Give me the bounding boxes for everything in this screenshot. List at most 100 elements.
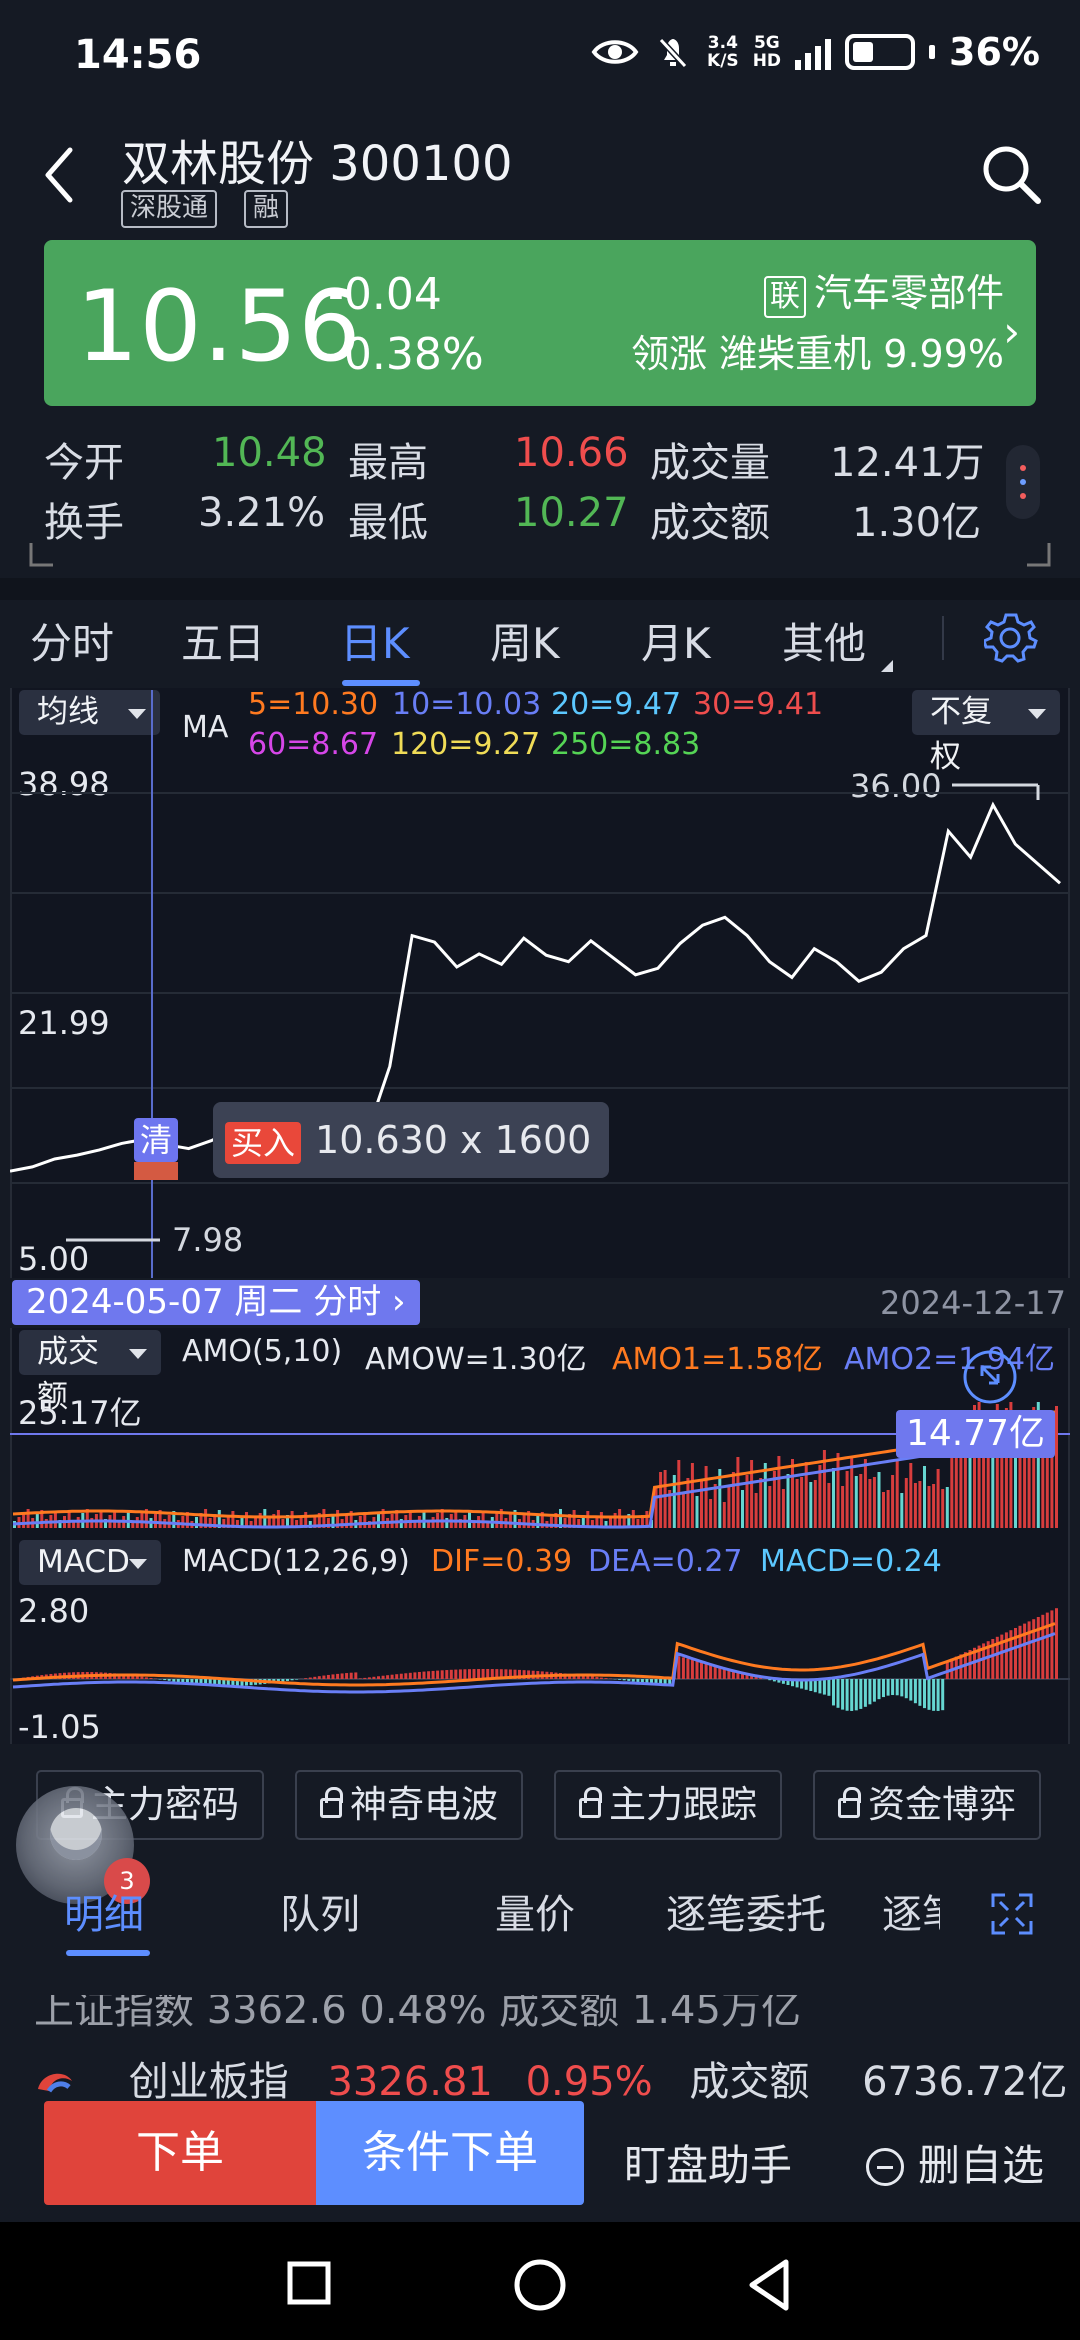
macd-bar (454, 1669, 458, 1679)
turnover-value: 3.21% (198, 490, 326, 536)
macd-bar (1032, 1619, 1036, 1679)
amount-bar (1055, 1406, 1058, 1528)
amount-bar (508, 1514, 512, 1528)
home-icon[interactable] (512, 2257, 568, 2313)
amount-bar (495, 1513, 499, 1528)
more-stats-button[interactable] (1006, 445, 1040, 519)
remove-watchlist-button[interactable]: 删自选 (866, 2132, 1044, 2193)
amount-bar (454, 1510, 458, 1528)
search-icon[interactable] (980, 143, 1042, 205)
capital-game-button[interactable]: 资金博弈 (813, 1770, 1041, 1840)
macd-bar (367, 1677, 371, 1679)
tab-other[interactable]: 其他 (782, 610, 866, 671)
index-ticker[interactable]: 上证指数 3362.6 0.48% 成交额 1.45万亿 创业板指 3326.8… (0, 1995, 1080, 2105)
price-line-chart[interactable] (10, 690, 1070, 1280)
macd-bar (832, 1679, 835, 1706)
macd-chart[interactable] (10, 1600, 1070, 1745)
amount-bar (813, 1480, 817, 1528)
amount-bar (522, 1515, 526, 1528)
dif-value: DIF=0.39 (431, 1544, 573, 1579)
macd-bar (1041, 1614, 1045, 1679)
expand-icon[interactable] (988, 1890, 1036, 1938)
amount-bar (659, 1472, 663, 1528)
magic-wave-button[interactable]: 神奇电波 (295, 1770, 523, 1840)
amount-bar (53, 1511, 57, 1528)
macd-bar (331, 1674, 335, 1679)
main-force-tracking-button[interactable]: 主力跟踪 (554, 1770, 782, 1840)
amount-bar (22, 1513, 26, 1528)
open-label: 今开 (44, 440, 124, 486)
tab-daily-k[interactable]: 日K (340, 610, 410, 671)
amount-bar (882, 1492, 885, 1528)
low-value: 10.27 (514, 490, 629, 536)
macd-bar (363, 1677, 367, 1679)
amount-bar (845, 1471, 849, 1528)
amount-bar (854, 1476, 858, 1528)
macd-bar (172, 1679, 176, 1682)
ticker-row-previous: 上证指数 3362.6 0.48% 成交额 1.45万亿 (34, 1995, 801, 2033)
volume-value: 12.41万 (830, 440, 985, 486)
amount-bar (686, 1478, 690, 1528)
shrink-icon[interactable] (960, 1347, 1020, 1407)
macd-bar (472, 1669, 476, 1679)
sector-info[interactable]: 联汽车零部件 领涨 潍柴重机 9.99% (631, 263, 1004, 385)
amount-bar (941, 1489, 945, 1528)
macd-bar (1045, 1612, 1049, 1679)
tab-volume-price[interactable]: 量价 (495, 1882, 575, 1940)
amount-bar (731, 1472, 735, 1528)
tab-detail[interactable]: 明细 (64, 1882, 144, 1940)
macd-selector[interactable]: MACD (19, 1540, 161, 1585)
gear-icon[interactable] (984, 610, 1038, 664)
conditional-order-button[interactable]: 条件下单 (316, 2101, 584, 2205)
ticker-index-percent: 0.95% (525, 2059, 653, 2105)
back-nav-icon[interactable] (742, 2256, 800, 2314)
amount-bar (877, 1472, 881, 1528)
tab-order-by-order[interactable]: 逐笔委托 (666, 1882, 826, 1940)
tab-queue[interactable]: 队列 (280, 1882, 360, 1940)
lock-icon (838, 1787, 861, 1818)
date-pill-chevron-icon: › (381, 1282, 406, 1322)
chevron-right-icon[interactable]: › (1003, 307, 1020, 356)
watch-assistant-button[interactable]: 盯盘助手 (624, 2132, 792, 2193)
amount-bar (727, 1487, 731, 1528)
back-arrow-icon[interactable] (36, 140, 84, 210)
place-order-button[interactable]: 下单 (44, 2101, 316, 2205)
macd-bar (358, 1678, 362, 1679)
amount-bar (99, 1510, 103, 1528)
amount-bar (923, 1466, 926, 1528)
macd-bar (422, 1671, 426, 1679)
amount-bar (754, 1493, 758, 1528)
tab-weekly-k[interactable]: 周K (490, 610, 560, 671)
tab-monthly-k[interactable]: 月K (641, 610, 711, 671)
macd-bar (841, 1679, 845, 1710)
amount-bar (891, 1475, 895, 1528)
macd-bar (872, 1679, 876, 1702)
amount-marker-value: 14.77亿 (896, 1410, 1056, 1458)
macd-bar (381, 1675, 385, 1679)
macd-bar (372, 1676, 376, 1679)
amount-bar (872, 1477, 876, 1528)
macd-bar (932, 1679, 936, 1711)
macd-bars (17, 1608, 1058, 1711)
amount-bar (827, 1483, 831, 1528)
macd-bar (882, 1679, 885, 1698)
corner-right-icon (1027, 543, 1051, 567)
tab-intraday[interactable]: 分时 (30, 610, 114, 671)
macd-bar (404, 1673, 408, 1679)
recent-apps-icon[interactable] (286, 2260, 332, 2306)
amount-bar (786, 1474, 790, 1528)
dif-series-line (12, 1622, 1056, 1687)
macd-bar (377, 1676, 380, 1679)
status-icons: 3.4 K/S 5G HD 36% (591, 30, 1040, 74)
amount-bar (781, 1489, 785, 1528)
macd-bar (818, 1679, 822, 1694)
macd-bar (345, 1673, 349, 1679)
amount-selector[interactable]: 成交额 (19, 1330, 161, 1415)
amount-bar (809, 1482, 813, 1528)
amo-label: AMO(5,10) (182, 1334, 343, 1369)
tab-five-day[interactable]: 五日 (181, 610, 265, 671)
tab-trade-by-trade[interactable]: 逐笔 (882, 1882, 940, 1940)
eye-icon (591, 40, 639, 64)
clear-badge[interactable]: 清 (134, 1118, 178, 1180)
crosshair-date[interactable]: 2024-05-07 周二 分时 › (12, 1280, 420, 1325)
